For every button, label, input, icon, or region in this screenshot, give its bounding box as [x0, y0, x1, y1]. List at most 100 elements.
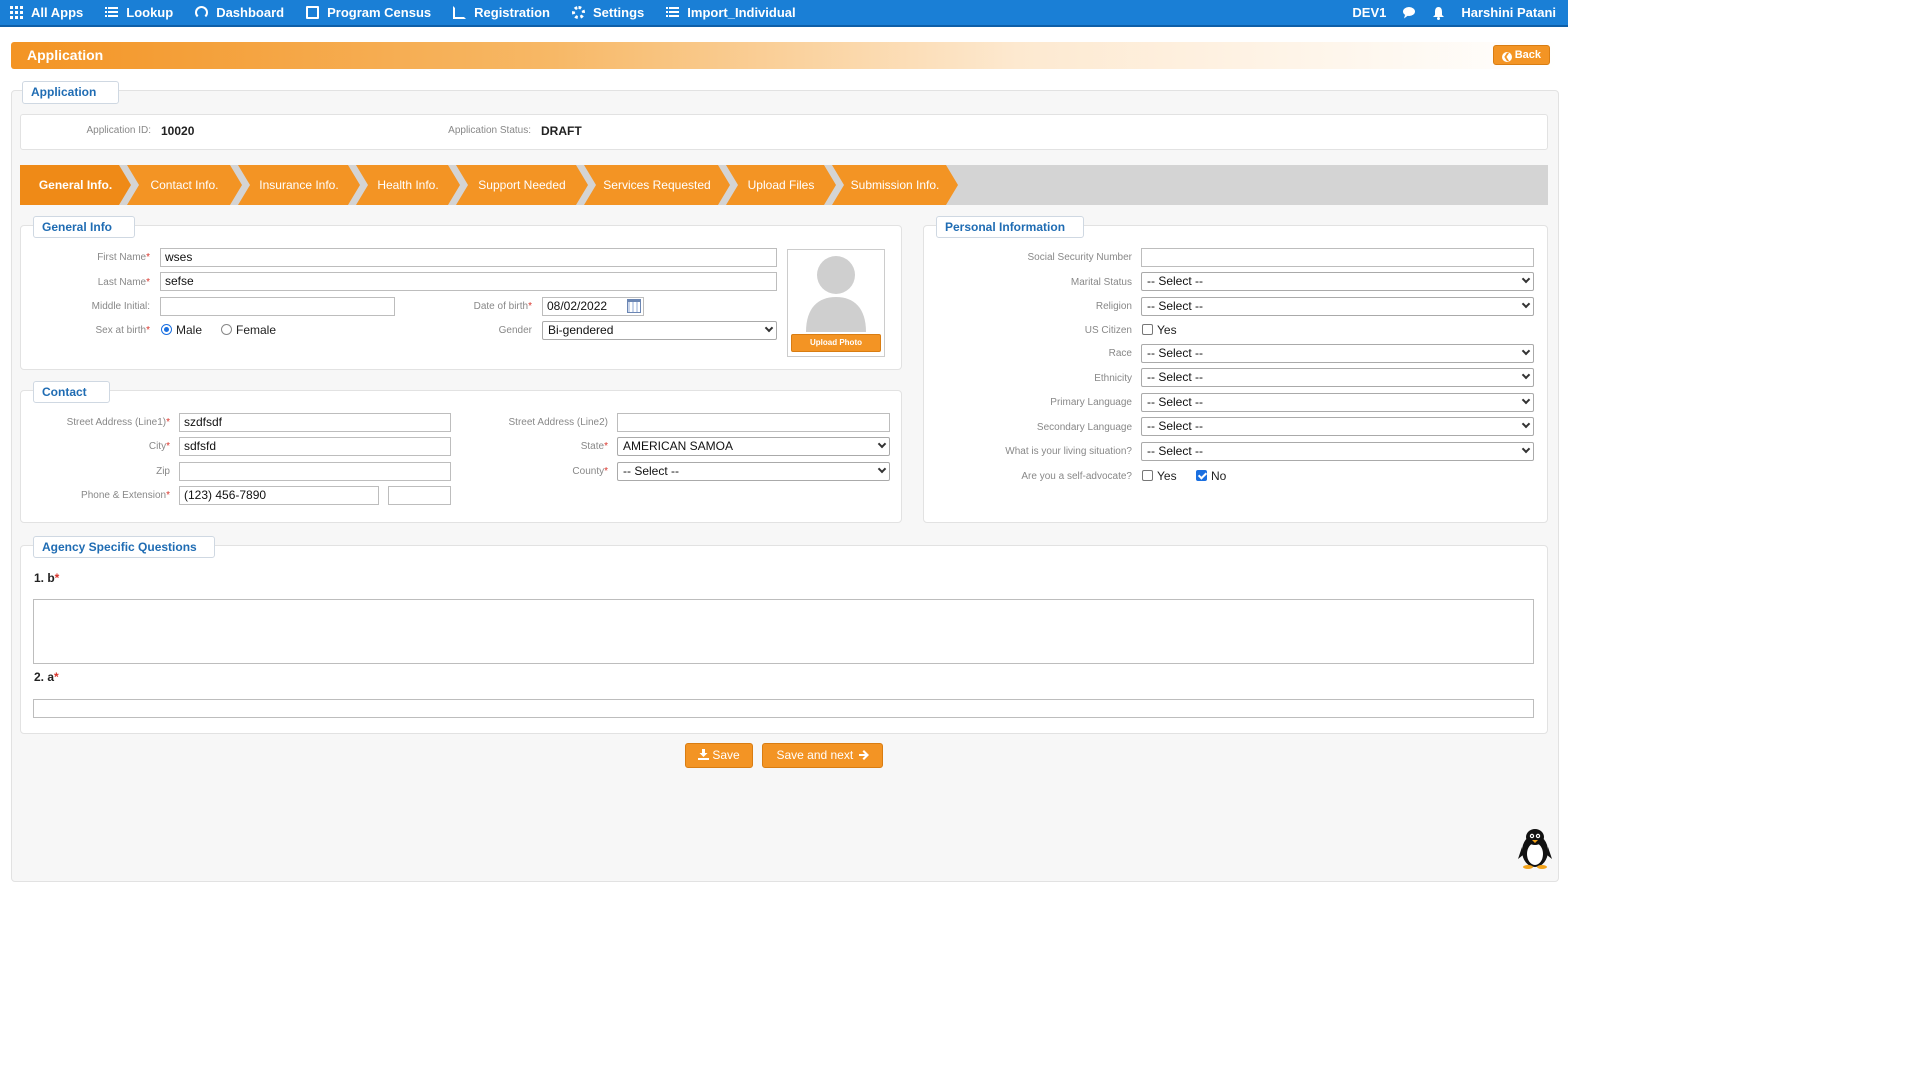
sex-male-label: Male — [176, 323, 203, 337]
first-name-input[interactable]: wses — [160, 248, 777, 267]
chevron-down-icon — [764, 323, 774, 333]
street1-label-text: Street Address (Line1) — [66, 417, 167, 428]
nav-settings[interactable]: Settings — [561, 0, 655, 26]
last-name-input[interactable]: sefse — [160, 272, 777, 291]
save-and-next-button[interactable]: Save and next — [762, 743, 883, 768]
phone-extension-input[interactable] — [388, 486, 451, 505]
sex-female-radio[interactable] — [221, 324, 232, 335]
ssn-input[interactable] — [1141, 248, 1534, 267]
required-marker: * — [146, 325, 150, 336]
required-marker: * — [146, 277, 150, 288]
wizard-steps: General Info. Contact Info. Insurance In… — [20, 165, 1548, 205]
gender-select-value: Bi-gendered — [548, 323, 614, 337]
middle-initial-input[interactable] — [160, 297, 395, 316]
penguin-mascot-icon[interactable] — [1516, 827, 1554, 869]
nav-lookup-label: Lookup — [126, 5, 174, 20]
chevron-down-icon — [1521, 299, 1531, 309]
application-id-value: 10020 — [161, 124, 195, 138]
nav-registration-label: Registration — [474, 5, 550, 20]
save-button-label: Save — [712, 748, 740, 762]
street2-label: Street Address (Line2) — [508, 417, 609, 428]
step-contact-info[interactable]: Contact Info. — [127, 165, 242, 205]
nav-settings-label: Settings — [592, 5, 645, 20]
marital-status-label: Marital Status — [1070, 277, 1132, 288]
required-marker: * — [604, 466, 608, 477]
nav-lookup[interactable]: Lookup — [94, 0, 184, 26]
step-submission-info[interactable]: Submission Info. — [832, 165, 958, 205]
save-button[interactable]: Save — [685, 743, 753, 768]
back-arrow-icon: ❮ — [1501, 52, 1512, 62]
city-input[interactable]: sdfsfd — [179, 437, 451, 456]
back-button[interactable]: ❮ Back — [1492, 45, 1550, 65]
list-icon — [105, 6, 119, 19]
question-1-label-text: 1. b — [34, 571, 55, 585]
county-label-text: County — [572, 466, 605, 477]
user-menu[interactable]: Harshini Patani — [1453, 0, 1568, 26]
required-marker: * — [166, 441, 170, 452]
download-icon — [698, 749, 710, 760]
state-label: State* — [470, 441, 608, 452]
step-insurance-info[interactable]: Insurance Info. — [238, 165, 360, 205]
primary-language-value: -- Select -- — [1147, 395, 1204, 409]
nav-import-individual[interactable]: Import_Individual — [655, 0, 806, 26]
nav-registration[interactable]: Registration — [442, 0, 561, 26]
living-situation-select[interactable]: -- Select -- — [1141, 442, 1534, 461]
sex-male-radio[interactable] — [161, 324, 172, 335]
chevron-down-icon — [1521, 274, 1531, 284]
race-select[interactable]: -- Select -- — [1141, 344, 1534, 363]
county-select[interactable]: -- Select -- — [617, 462, 890, 481]
dashboard-icon — [195, 6, 209, 19]
race-label: Race — [1108, 348, 1132, 359]
calendar-icon[interactable] — [627, 299, 641, 313]
chevron-down-icon — [1521, 444, 1531, 454]
question-2-input[interactable] — [33, 699, 1534, 718]
street1-input[interactable]: szdfsdf — [179, 413, 451, 432]
street1-label: Street Address (Line1)* — [40, 417, 170, 428]
required-marker: * — [604, 441, 608, 452]
state-label-text: State — [580, 441, 605, 452]
avatar-placeholder-icon — [806, 256, 866, 332]
required-marker: * — [54, 670, 59, 684]
application-status-label: Application Status: — [448, 125, 531, 136]
application-id-row: Application ID: 10020 Application Status… — [20, 114, 1548, 150]
nav-program-census[interactable]: Program Census — [295, 0, 442, 26]
document-icon — [306, 6, 320, 19]
chat-icon[interactable] — [1394, 0, 1424, 26]
self-advocate-no-checkbox[interactable] — [1196, 470, 1207, 481]
step-support-needed[interactable]: Support Needed — [456, 165, 588, 205]
phone-input[interactable]: (123) 456-7890 — [179, 486, 379, 505]
zip-label: Zip — [156, 466, 170, 477]
step-health-info[interactable]: Health Info. — [356, 165, 460, 205]
self-advocate-no-label: No — [1211, 469, 1227, 483]
religion-value: -- Select -- — [1147, 299, 1204, 313]
county-label: County* — [470, 466, 608, 477]
zip-input[interactable] — [179, 462, 451, 481]
sex-at-birth-label-text: Sex at birth — [95, 325, 147, 336]
us-citizen-label: US Citizen — [1084, 325, 1132, 336]
primary-language-select[interactable]: -- Select -- — [1141, 393, 1534, 412]
nav-dashboard[interactable]: Dashboard — [184, 0, 295, 26]
gender-select[interactable]: Bi-gendered — [542, 321, 777, 340]
dob-label-text: Date of birth — [473, 301, 529, 312]
self-advocate-yes-checkbox[interactable] — [1142, 470, 1153, 481]
religion-select[interactable]: -- Select -- — [1141, 297, 1534, 316]
step-services-requested[interactable]: Services Requested — [584, 165, 730, 205]
last-name-label: Last Name* — [40, 277, 150, 288]
contact-fieldset — [20, 390, 902, 523]
top-navbar: All Apps Lookup Dashboard Program Census… — [0, 0, 1568, 27]
nav-all-apps[interactable]: All Apps — [0, 0, 94, 26]
question-1-textarea[interactable] — [33, 599, 1534, 664]
ethnicity-select[interactable]: -- Select -- — [1141, 368, 1534, 387]
secondary-language-select[interactable]: -- Select -- — [1141, 417, 1534, 436]
upload-photo-button[interactable]: Upload Photo — [791, 334, 881, 352]
step-general-info[interactable]: General Info. — [20, 165, 131, 205]
contact-tab: Contact — [33, 381, 110, 403]
state-select[interactable]: AMERICAN SAMOA — [617, 437, 890, 456]
marital-status-select[interactable]: -- Select -- — [1141, 272, 1534, 291]
required-marker: * — [166, 490, 170, 501]
bell-icon[interactable] — [1424, 0, 1453, 26]
street2-input[interactable] — [617, 413, 890, 432]
step-upload-files[interactable]: Upload Files — [726, 165, 836, 205]
ssn-label: Social Security Number — [1027, 252, 1132, 263]
us-citizen-yes-checkbox[interactable] — [1142, 324, 1153, 335]
